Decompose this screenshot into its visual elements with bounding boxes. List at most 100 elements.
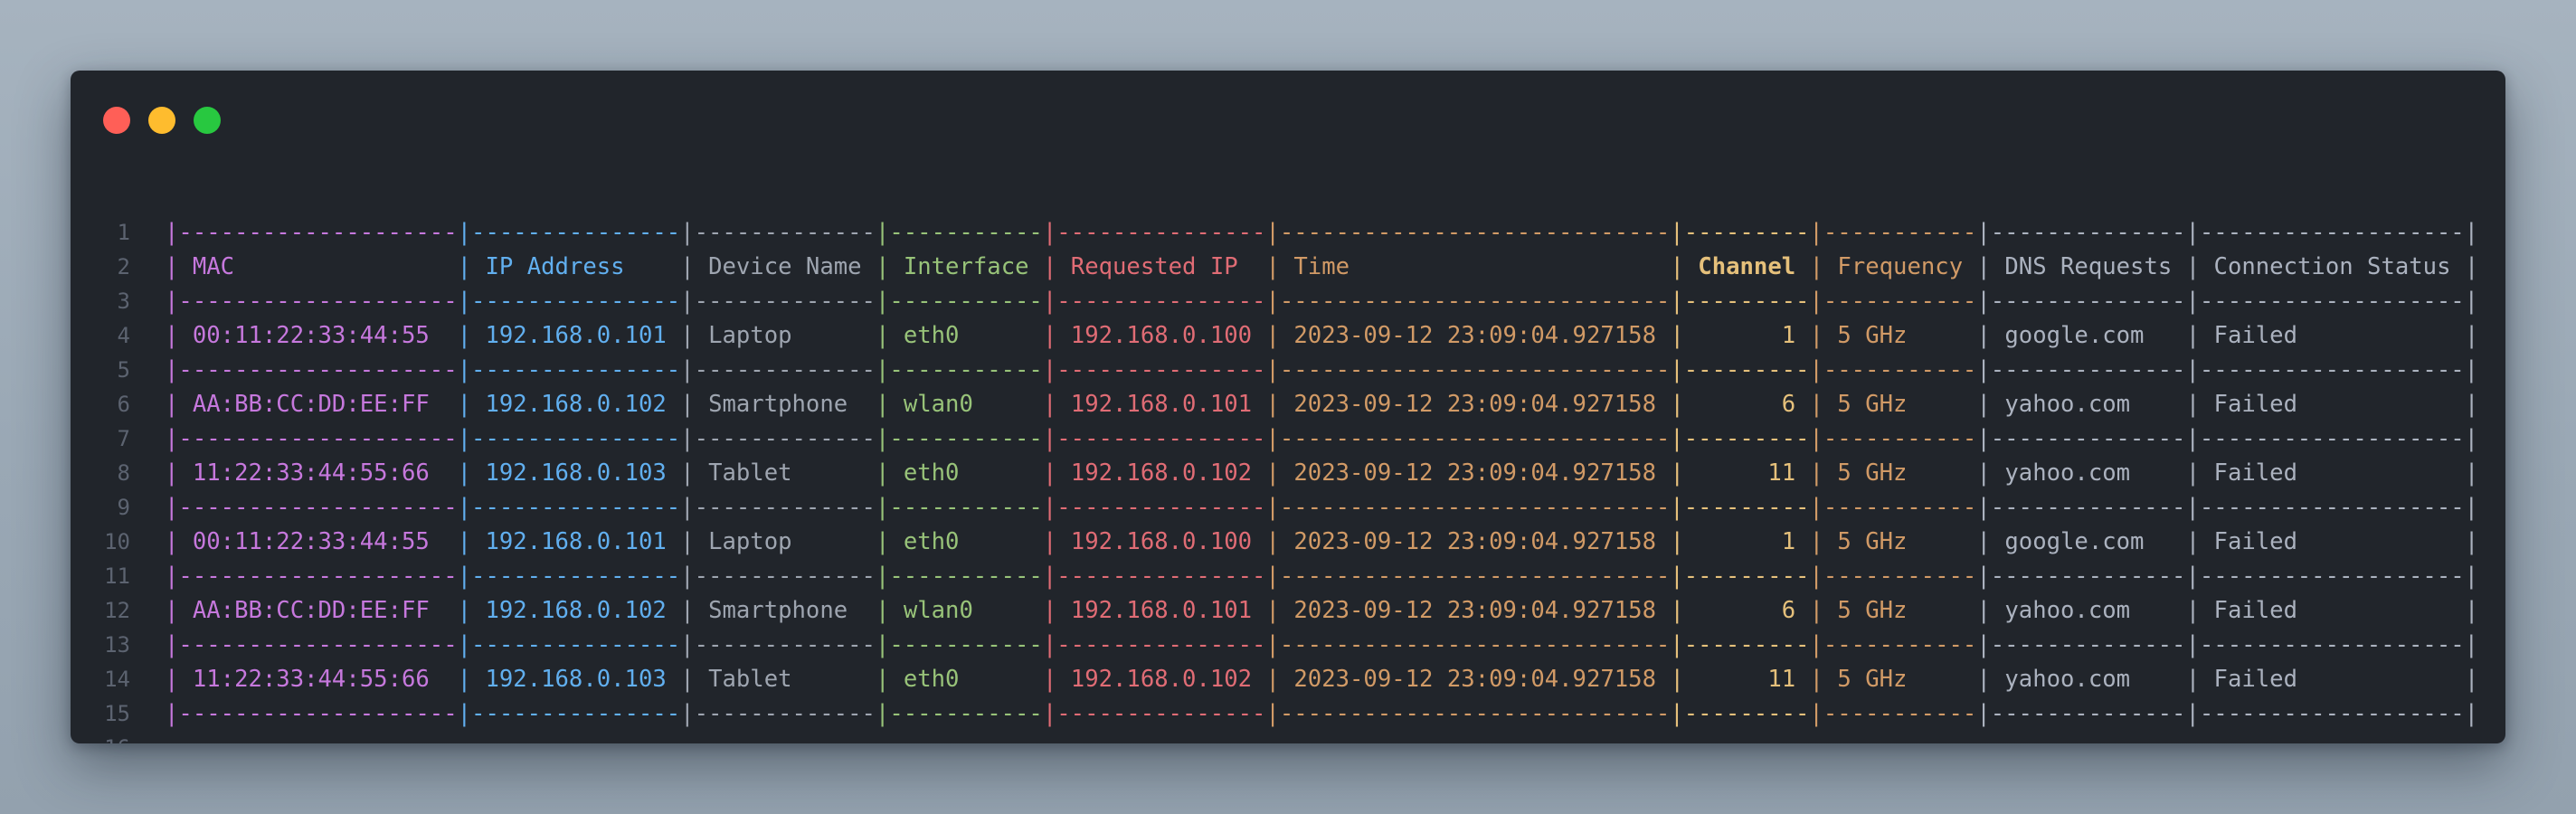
column-separator: | — [457, 356, 472, 383]
separator-dashes: ----------- — [1823, 631, 1977, 658]
separator-dashes: --------------- — [1056, 563, 1266, 590]
column-separator: | — [1042, 219, 1057, 246]
column-separator: | — [1670, 700, 1684, 727]
column-separator: | — [457, 631, 472, 658]
column-separator: | — [1670, 563, 1684, 590]
separator-dashes: ------------------- — [2199, 425, 2465, 452]
column-separator: | — [1670, 391, 1684, 418]
column-separator: | — [2185, 459, 2201, 487]
column-separator: | — [1670, 253, 1684, 280]
separator-dashes: --------- — [1683, 288, 1810, 315]
line-number: 16 — [71, 731, 130, 743]
separator-dashes: ----------- — [1823, 700, 1977, 727]
separator-dashes: --------------- — [471, 563, 681, 590]
cell-requested-ip: 192.168.0.100 — [1070, 528, 1253, 555]
column-separator: | — [165, 253, 179, 280]
column-separator: | — [165, 700, 179, 727]
separator-dashes: --------------- — [471, 425, 681, 452]
separator-dashes: --------------- — [1056, 288, 1266, 315]
close-window-button[interactable] — [103, 107, 130, 134]
column-separator: | — [1265, 391, 1280, 418]
cell-ip-address: 192.168.0.102 — [485, 391, 667, 418]
separator-dashes: ----------- — [1823, 494, 1977, 521]
column-separator: | — [1042, 631, 1057, 658]
column-separator: | — [457, 700, 472, 727]
header-frequency: Frequency — [1837, 253, 1964, 280]
column-separator: | — [457, 528, 472, 555]
separator-dashes: --------------- — [1056, 425, 1266, 452]
cell-requested-ip: 192.168.0.101 — [1070, 391, 1253, 418]
column-separator: | — [457, 494, 472, 521]
separator-dashes: ------------------- — [2199, 563, 2465, 590]
separator-dashes: --------- — [1683, 563, 1810, 590]
cell-time: 2023-09-12 23:09:04.927158 — [1293, 528, 1657, 555]
cell-requested-ip: 192.168.0.102 — [1070, 666, 1253, 693]
column-separator: | — [875, 425, 890, 452]
column-separator: | — [2464, 356, 2479, 383]
column-separator: | — [2185, 494, 2200, 521]
column-separator: | — [1042, 391, 1057, 418]
separator-dashes: ---------------------------- — [1279, 288, 1671, 315]
column-separator: | — [2464, 666, 2479, 693]
column-separator: | — [2185, 425, 2200, 452]
table-row: 6 | AA:BB:CC:DD:EE:FF | 192.168.0.102 | S… — [71, 387, 2505, 421]
cell-dns-requests: yahoo.com — [2004, 666, 2173, 693]
table-row: 4 | 00:11:22:33:44:55 | 192.168.0.101 | L… — [71, 318, 2505, 353]
column-separator: | — [165, 459, 179, 487]
column-separator: | — [1042, 597, 1057, 624]
column-separator: | — [680, 391, 695, 418]
column-separator: | — [1670, 494, 1684, 521]
column-separator: | — [680, 356, 695, 383]
separator-dashes: --------- — [1683, 356, 1810, 383]
separator-dashes: -------------------- — [178, 700, 458, 727]
separator-dashes: ------------- — [694, 425, 876, 452]
cell-channel: 11 — [1698, 459, 1796, 487]
cell-device-name: Smartphone — [708, 597, 862, 624]
minimize-window-button[interactable] — [148, 107, 175, 134]
separator-dashes: --------------- — [471, 356, 681, 383]
column-separator: | — [2185, 666, 2201, 693]
separator-dashes: ----------- — [889, 356, 1043, 383]
table-separator-line: 15 |--------------------|---------------|… — [71, 696, 2505, 731]
column-separator: | — [1976, 219, 1991, 246]
column-separator: | — [1809, 563, 1823, 590]
cell-device-name: Tablet — [708, 666, 862, 693]
table-row: 10 | 00:11:22:33:44:55 | 192.168.0.101 | … — [71, 525, 2505, 559]
separator-dashes: -------------- — [1990, 494, 2186, 521]
cell-time: 2023-09-12 23:09:04.927158 — [1293, 597, 1657, 624]
column-separator: | — [1809, 288, 1823, 315]
column-separator: | — [457, 459, 472, 487]
column-separator: | — [2185, 563, 2200, 590]
column-separator: | — [165, 391, 179, 418]
cell-channel: 11 — [1698, 666, 1796, 693]
line-number: 13 — [104, 632, 130, 658]
column-separator: | — [165, 494, 179, 521]
column-separator: | — [875, 494, 890, 521]
separator-dashes: --------- — [1683, 219, 1810, 246]
cell-frequency: 5 GHz — [1837, 322, 1964, 349]
line-number: 1 — [117, 220, 130, 245]
column-separator: | — [165, 288, 179, 315]
separator-dashes: ------------------- — [2199, 494, 2465, 521]
separator-dashes: --------------- — [471, 631, 681, 658]
table-separator-line: 11 |--------------------|---------------|… — [71, 559, 2505, 593]
cell-channel: 6 — [1698, 391, 1796, 418]
column-separator: | — [2464, 528, 2479, 555]
column-separator: | — [1976, 356, 1991, 383]
cell-connection-status: Failed — [2213, 666, 2451, 693]
separator-dashes: ------------------- — [2199, 356, 2465, 383]
cell-time: 2023-09-12 23:09:04.927158 — [1293, 666, 1657, 693]
header-interface: Interface — [903, 253, 1029, 280]
column-separator: | — [2464, 322, 2479, 349]
line-number: 15 — [104, 701, 130, 726]
column-separator: | — [165, 631, 179, 658]
separator-dashes: -------------------- — [178, 288, 458, 315]
column-separator: | — [1976, 631, 1991, 658]
separator-dashes: ----------- — [1823, 425, 1977, 452]
header-time: Time — [1293, 253, 1657, 280]
column-separator: | — [1809, 494, 1823, 521]
separator-dashes: ------------- — [694, 288, 876, 315]
cell-channel: 6 — [1698, 597, 1796, 624]
header-requested-ip: Requested IP — [1070, 253, 1253, 280]
maximize-window-button[interactable] — [194, 107, 221, 134]
